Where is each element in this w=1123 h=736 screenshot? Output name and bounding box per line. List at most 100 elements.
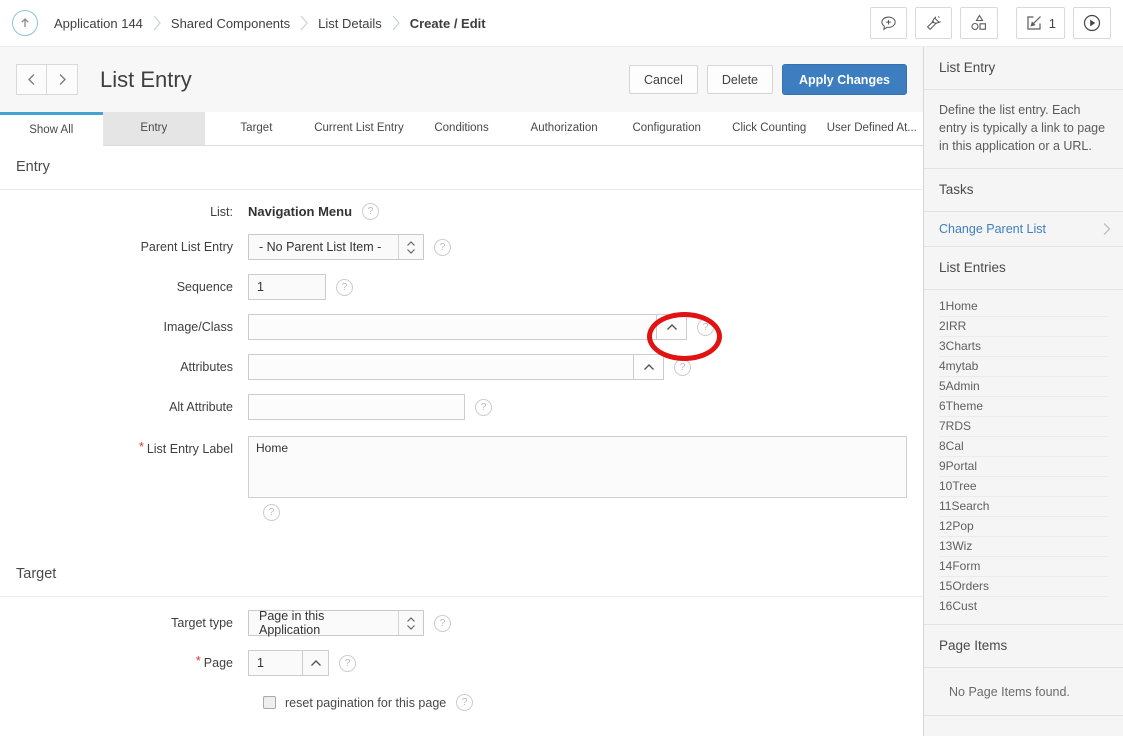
shapes-icon: [969, 13, 989, 33]
tab-authorization[interactable]: Authorization: [513, 112, 616, 145]
breadcrumb-current: Create / Edit: [410, 16, 486, 31]
list-label: List:: [0, 205, 248, 219]
help-icon[interactable]: ?: [697, 319, 714, 336]
help-icon[interactable]: ?: [434, 239, 451, 256]
breadcrumb-shared-components[interactable]: Shared Components: [171, 16, 290, 31]
tab-click-counting[interactable]: Click Counting: [718, 112, 821, 145]
list-item[interactable]: 16Cust: [939, 597, 1108, 616]
help-icon[interactable]: ?: [456, 694, 473, 711]
help-icon[interactable]: ?: [339, 655, 356, 672]
edit-page-button[interactable]: 1: [1016, 7, 1065, 39]
feedback-button[interactable]: [870, 7, 907, 39]
tab-target[interactable]: Target: [205, 112, 308, 145]
spotlight-search-button[interactable]: [915, 7, 952, 39]
toolbar: 1: [862, 7, 1111, 39]
help-icon[interactable]: ?: [434, 615, 451, 632]
list-item[interactable]: 10Tree: [939, 477, 1108, 497]
sequence-input[interactable]: [248, 274, 326, 300]
list-value: Navigation Menu: [248, 204, 352, 219]
reset-pagination-label: reset pagination for this page: [285, 696, 446, 710]
main-region: List Entry Cancel Delete Apply Changes S…: [0, 47, 923, 736]
list-item[interactable]: 2IRR: [939, 317, 1108, 337]
image-class-input[interactable]: [248, 314, 657, 340]
list-item[interactable]: 4mytab: [939, 357, 1108, 377]
required-marker: *: [196, 654, 201, 668]
list-item[interactable]: 9Portal: [939, 457, 1108, 477]
page-label: *Page: [0, 656, 248, 670]
list-item[interactable]: 14Form: [939, 557, 1108, 577]
shared-components-button[interactable]: [960, 7, 998, 39]
list-item[interactable]: 5Admin: [939, 377, 1108, 397]
breadcrumb: Application 144 Shared Components List D…: [12, 10, 490, 36]
image-class-popup-lov-button[interactable]: [656, 314, 687, 340]
cancel-button[interactable]: Cancel: [629, 65, 698, 94]
list-item[interactable]: 15Orders: [939, 577, 1108, 597]
chevron-right-icon: [1103, 222, 1111, 236]
delete-button[interactable]: Delete: [707, 65, 773, 94]
reset-pagination-checkbox[interactable]: [263, 696, 276, 709]
list-item[interactable]: 6Theme: [939, 397, 1108, 417]
help-icon[interactable]: ?: [336, 279, 353, 296]
task-change-parent-list[interactable]: Change Parent List: [924, 212, 1123, 247]
required-marker: *: [139, 440, 144, 454]
attributes-popup-lov-button[interactable]: [633, 354, 664, 380]
field-row-parent-list-entry: Parent List Entry - No Parent List Item …: [0, 234, 923, 260]
tab-conditions[interactable]: Conditions: [410, 112, 513, 145]
tab-entry[interactable]: Entry: [103, 112, 206, 145]
field-row-page: *Page ?: [0, 650, 923, 676]
field-row-sequence: Sequence ?: [0, 274, 923, 300]
help-icon[interactable]: ?: [263, 504, 280, 521]
sidebar-help-title: List Entry: [924, 47, 1123, 90]
image-class-label: Image/Class: [0, 320, 248, 334]
list-entry-label-label: *List Entry Label: [0, 436, 248, 456]
breadcrumb-application[interactable]: Application 144: [54, 16, 143, 31]
help-icon[interactable]: ?: [362, 203, 379, 220]
breadcrumb-bar: Application 144 Shared Components List D…: [0, 0, 1123, 47]
field-row-list: List: Navigation Menu ?: [0, 203, 923, 220]
list-item[interactable]: 12Pop: [939, 517, 1108, 537]
list-item[interactable]: 8Cal: [939, 437, 1108, 457]
parent-list-entry-select[interactable]: - No Parent List Item -: [248, 234, 424, 260]
tab-user-defined[interactable]: User Defined At...: [821, 112, 924, 145]
list-item[interactable]: 7RDS: [939, 417, 1108, 437]
list-item[interactable]: 13Wiz: [939, 537, 1108, 557]
tab-show-all[interactable]: Show All: [0, 112, 103, 146]
help-icon[interactable]: ?: [475, 399, 492, 416]
region-tabs: Show All Entry Target Current List Entry…: [0, 112, 923, 146]
up-arrow-icon[interactable]: [12, 10, 38, 36]
field-row-alt-attribute: Alt Attribute ?: [0, 394, 923, 420]
alt-attribute-input[interactable]: [248, 394, 465, 420]
apex-window: Application 144 Shared Components List D…: [0, 0, 1123, 736]
alt-attribute-label: Alt Attribute: [0, 400, 248, 414]
attributes-input[interactable]: [248, 354, 634, 380]
select-spinner-icon: [398, 611, 423, 635]
list-entry-label-textarea[interactable]: Home: [248, 436, 907, 498]
tab-current-list-entry[interactable]: Current List Entry: [308, 112, 411, 145]
entry-section-title: Entry: [0, 146, 923, 190]
target-type-select[interactable]: Page in this Application: [248, 610, 424, 636]
chevron-right-icon: [300, 14, 308, 32]
page-popup-lov-button[interactable]: [302, 650, 329, 676]
page-items-empty-text: No Page Items found.: [924, 668, 1123, 716]
tab-configuration[interactable]: Configuration: [615, 112, 718, 145]
page-input[interactable]: [248, 650, 303, 676]
field-row-list-entry-label: *List Entry Label Home: [0, 436, 923, 498]
list-item[interactable]: 1Home: [939, 297, 1108, 317]
help-icon[interactable]: ?: [674, 359, 691, 376]
list-item[interactable]: 3Charts: [939, 337, 1108, 357]
flashlight-icon: [924, 14, 943, 33]
apply-changes-button[interactable]: Apply Changes: [782, 64, 907, 95]
list-item[interactable]: 11Search: [939, 497, 1108, 517]
run-application-button[interactable]: [1073, 7, 1111, 39]
sidebar-list-entries-title: List Entries: [924, 247, 1123, 290]
chevron-right-icon: [392, 14, 400, 32]
chevron-right-icon: [153, 14, 161, 32]
field-row-image-class: Image/Class ?: [0, 314, 923, 340]
previous-entry-button[interactable]: [16, 64, 47, 95]
next-entry-button[interactable]: [47, 64, 78, 95]
select-spinner-icon: [398, 235, 423, 259]
target-section-title: Target: [0, 553, 923, 597]
breadcrumb-list-details[interactable]: List Details: [318, 16, 382, 31]
field-row-target-type: Target type Page in this Application ?: [0, 610, 923, 636]
list-entries-list: 1Home 2IRR 3Charts 4mytab 5Admin 6Theme …: [924, 290, 1123, 625]
